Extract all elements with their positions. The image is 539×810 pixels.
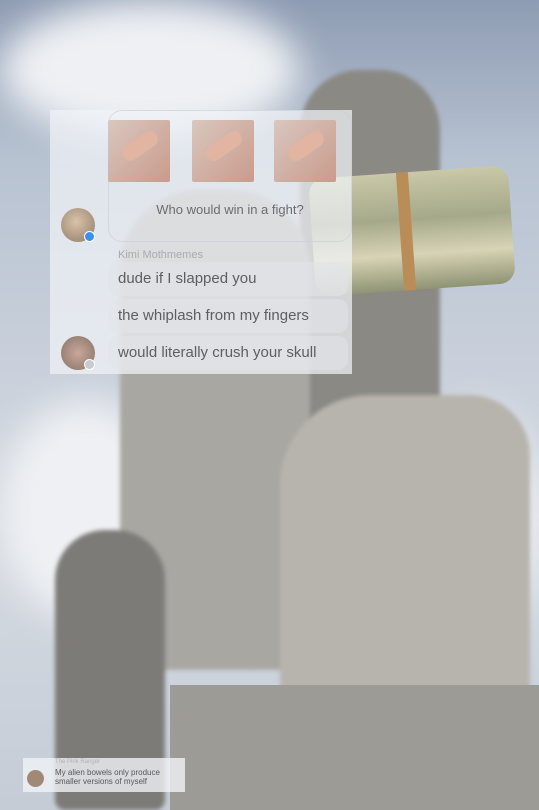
mini-chat-message: The Pink Ranger My alien bowels only pro… — [23, 758, 185, 792]
poll-question: Who would win in a fight? — [156, 202, 304, 217]
sender-name: Kimi Mothmemes — [118, 249, 203, 261]
message-bubble[interactable]: dude if I slapped you — [108, 262, 348, 296]
messenger-icon — [84, 231, 95, 242]
statue-mother — [280, 395, 530, 705]
message-bubble[interactable]: would literally crush your skull — [108, 336, 348, 370]
statue-pedestal — [170, 685, 539, 810]
hand-slap-image[interactable] — [108, 120, 170, 182]
money-band — [395, 172, 417, 291]
facebook-icon — [84, 359, 95, 370]
avatar[interactable] — [27, 770, 44, 787]
avatar[interactable] — [61, 208, 95, 242]
sender-name: The Pink Ranger — [55, 759, 101, 765]
hand-slap-image[interactable] — [274, 120, 336, 182]
message-text: My alien bowels only produce smaller ver… — [55, 768, 160, 786]
message-bubble[interactable]: the whiplash from my fingers — [108, 299, 348, 333]
avatar[interactable] — [61, 336, 95, 370]
chat-overlay: Who would win in a fight? Kimi Mothmemes… — [50, 110, 352, 374]
hand-slap-image[interactable] — [192, 120, 254, 182]
